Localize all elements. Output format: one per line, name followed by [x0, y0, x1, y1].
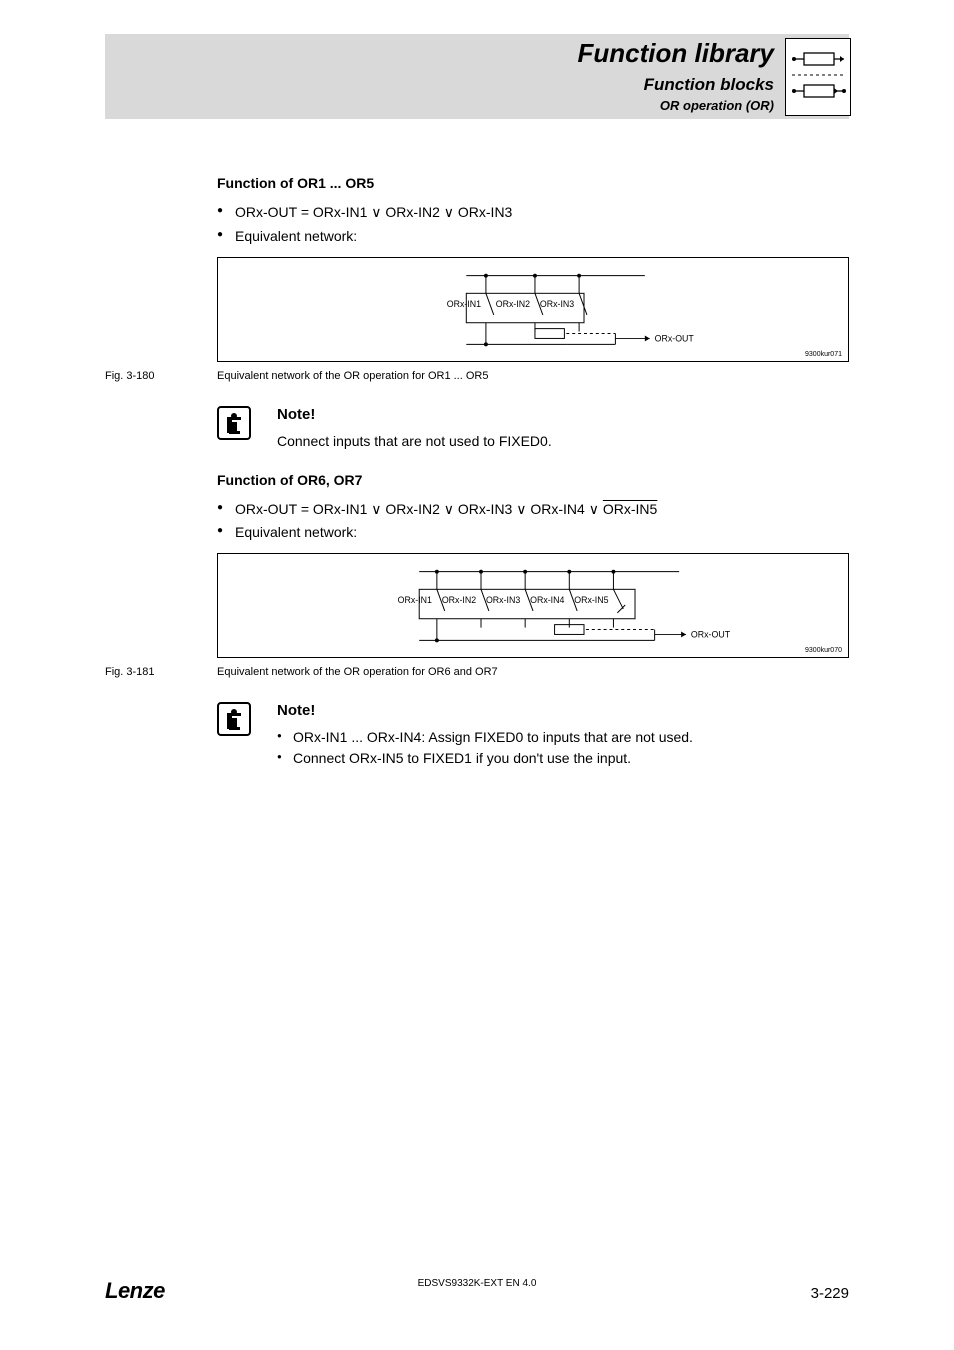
content-area: Function of OR1 ... OR5 ORx-OUT = ORx-IN… [105, 175, 849, 789]
diagram-1-svg: ORx-IN1 ORx-IN2 ORx-IN3 [218, 258, 848, 361]
d1-in1-label: ORx-IN1 [447, 299, 481, 309]
s1b1-or1: ∨ [371, 204, 381, 220]
header-block-icon [785, 38, 851, 116]
note-2-list: ORx-IN1 ... ORx-IN4: Assign FIXED0 to in… [277, 727, 849, 769]
s2b1-or4: ∨ [589, 501, 599, 517]
page-title: Function library [578, 38, 774, 69]
diagram-1: ORx-IN1 ORx-IN2 ORx-IN3 [217, 257, 849, 362]
note-1: Note! Connect inputs that are not used t… [217, 406, 849, 452]
note-1-text: Connect inputs that are not used to FIXE… [277, 431, 849, 452]
s2b1-pre: ORx-OUT = ORx-IN1 [235, 501, 371, 517]
note-2: Note! ORx-IN1 ... ORx-IN4: Assign FIXED0… [217, 702, 849, 769]
s2b1-or2: ∨ [444, 501, 454, 517]
note-1-title: Note! [277, 406, 849, 423]
s2b1-mid1: ORx-IN2 [382, 501, 444, 517]
footer-doc-id: EDSVS9332K-EXT EN 4.0 [418, 1278, 537, 1289]
fig-1-row: Fig. 3-180 Equivalent network of the OR … [105, 370, 849, 382]
d2-in5-label: ORx-IN5 [574, 595, 608, 605]
footer-page-number: 3-229 [811, 1285, 849, 1302]
diagram-2: ORx-IN1 ORx-IN2 ORx-IN3 ORx-IN4 [217, 553, 849, 658]
s1b1-mid2: ORx-IN3 [454, 204, 512, 220]
diagram-2-svg: ORx-IN1 ORx-IN2 ORx-IN3 ORx-IN4 [218, 554, 848, 657]
header-text-block: Function library Function blocks OR oper… [578, 38, 774, 113]
footer-logo: Lenze [105, 1278, 165, 1304]
note-2-item-1: ORx-IN1 ... ORx-IN4: Assign FIXED0 to in… [277, 727, 849, 748]
s2b1-mid2: ORx-IN3 [454, 501, 516, 517]
s1b1-mid1: ORx-IN2 [382, 204, 444, 220]
d2-in4-label: ORx-IN4 [530, 595, 564, 605]
d2-in3-label: ORx-IN3 [486, 595, 520, 605]
diagram-2-code: 9300kur070 [805, 647, 842, 654]
fig-2-row: Fig. 3-181 Equivalent network of the OR … [105, 666, 849, 678]
page-subtitle-2: OR operation (OR) [578, 98, 774, 113]
page-subtitle-1: Function blocks [578, 75, 774, 95]
section1-bullet-2: Equivalent network: [217, 225, 849, 249]
info-icon [217, 406, 251, 440]
info-icon [217, 702, 251, 736]
s2b1-mid3: ORx-IN4 [526, 501, 588, 517]
note-2-item-2: Connect ORx-IN5 to FIXED1 if you don't u… [277, 748, 849, 769]
section2-heading: Function of OR6, OR7 [217, 472, 849, 488]
d2-out-label: ORx-OUT [691, 630, 731, 640]
s2b1-in5: ORx-IN5 [603, 501, 657, 517]
note-2-title: Note! [277, 702, 849, 719]
section1-bullet-1: ORx-OUT = ORx-IN1 ∨ ORx-IN2 ∨ ORx-IN3 [217, 201, 849, 225]
d1-in3-label: ORx-IN3 [540, 299, 574, 309]
s1b1-or2: ∨ [444, 204, 454, 220]
section1-list: ORx-OUT = ORx-IN1 ∨ ORx-IN2 ∨ ORx-IN3 Eq… [217, 201, 849, 249]
d2-in2-label: ORx-IN2 [442, 595, 476, 605]
fig-1-label: Fig. 3-180 [105, 370, 217, 382]
section2-bullet-1: ORx-OUT = ORx-IN1 ∨ ORx-IN2 ∨ ORx-IN3 ∨ … [217, 498, 849, 522]
s2b1-or3: ∨ [516, 501, 526, 517]
s2b1-or1: ∨ [371, 501, 381, 517]
s1b1-pre: ORx-OUT = ORx-IN1 [235, 204, 371, 220]
fig-1-caption: Equivalent network of the OR operation f… [217, 370, 849, 382]
fig-2-caption: Equivalent network of the OR operation f… [217, 666, 849, 678]
diagram-1-code: 9300kur071 [805, 351, 842, 358]
footer: Lenze EDSVS9332K-EXT EN 4.0 3-229 [105, 1278, 849, 1304]
section1-heading: Function of OR1 ... OR5 [217, 175, 849, 191]
d2-in1-label: ORx-IN1 [398, 595, 432, 605]
d1-out-label: ORx-OUT [655, 333, 695, 343]
section2-list: ORx-OUT = ORx-IN1 ∨ ORx-IN2 ∨ ORx-IN3 ∨ … [217, 498, 849, 546]
fig-2-label: Fig. 3-181 [105, 666, 217, 678]
section2-bullet-2: Equivalent network: [217, 521, 849, 545]
d1-in2-label: ORx-IN2 [496, 299, 530, 309]
